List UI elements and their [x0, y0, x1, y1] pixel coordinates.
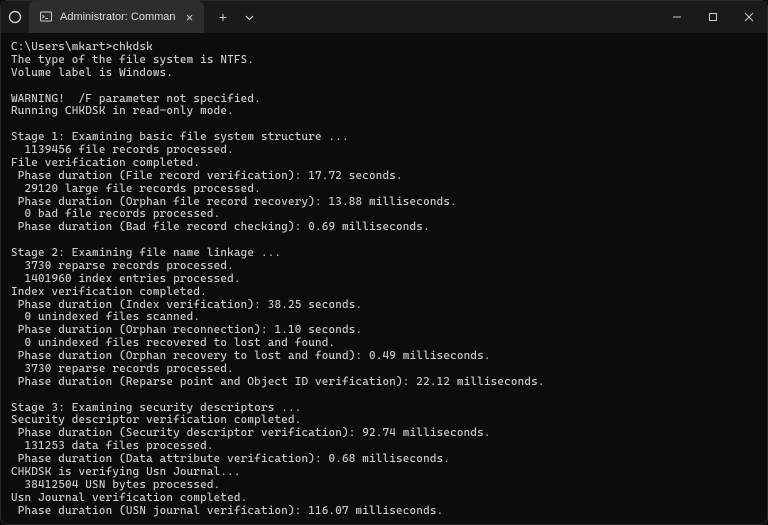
output-lines: The type of the file system is NTFS. Vol… [11, 53, 545, 524]
minimize-button[interactable] [659, 1, 695, 33]
titlebar: Administrator: Command Pro × + [1, 1, 767, 33]
terminal-icon [39, 10, 52, 24]
minimize-icon [672, 12, 682, 22]
new-tab-button[interactable]: + [210, 4, 236, 30]
chevron-down-icon [245, 13, 254, 22]
titlebar-left: Administrator: Command Pro × + [1, 1, 260, 33]
app-menu-icon[interactable] [1, 1, 29, 33]
window-controls [659, 1, 767, 33]
close-icon [744, 12, 754, 22]
tab-actions: + [204, 4, 260, 30]
maximize-icon [708, 12, 718, 22]
tab-active[interactable]: Administrator: Command Pro × [29, 1, 204, 33]
close-button[interactable] [731, 1, 767, 33]
command-text: chkdsk [112, 40, 153, 53]
terminal-output[interactable]: C:\Users\mkart>chkdsk The type of the fi… [1, 33, 767, 524]
prompt: C:\Users\mkart> [11, 40, 112, 53]
maximize-button[interactable] [695, 1, 731, 33]
tab-dropdown-button[interactable] [238, 4, 260, 30]
tab-close-button[interactable]: × [183, 10, 196, 24]
tab-title: Administrator: Command Pro [60, 11, 175, 23]
